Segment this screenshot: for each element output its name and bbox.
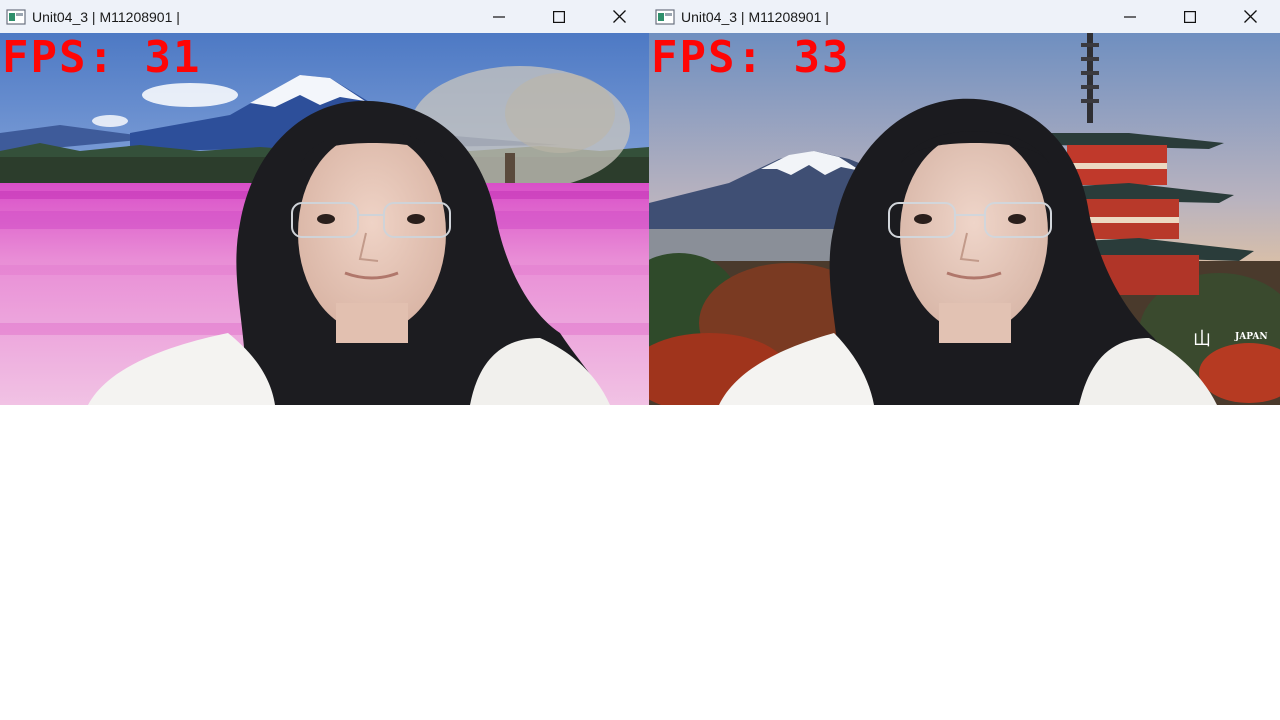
maximize-icon bbox=[1184, 10, 1196, 23]
video-frame: FPS: 33 山 JAPAN bbox=[649, 33, 1280, 405]
close-icon bbox=[612, 10, 626, 23]
minimize-button[interactable] bbox=[1100, 0, 1160, 33]
maximize-button[interactable] bbox=[1160, 0, 1220, 33]
close-icon bbox=[1243, 10, 1257, 23]
minimize-icon bbox=[1124, 15, 1136, 18]
maximize-button[interactable] bbox=[529, 0, 589, 33]
fps-counter: FPS: 33 bbox=[651, 33, 851, 83]
kanji-overlay: 山 bbox=[1193, 329, 1211, 350]
video-window-right[interactable]: Unit04_3 | M11208901 | FPS: 33 山 JAPAN bbox=[649, 0, 1280, 405]
app-icon bbox=[655, 8, 675, 25]
window-title: Unit04_3 | M11208901 | bbox=[32, 8, 180, 25]
window-title: Unit04_3 | M11208901 | bbox=[681, 8, 829, 25]
minimize-icon bbox=[493, 15, 505, 18]
maximize-icon bbox=[553, 10, 565, 23]
title-bar[interactable]: Unit04_3 | M11208901 | bbox=[0, 0, 649, 33]
background-scene-fuji-pagoda bbox=[649, 33, 1280, 405]
fps-counter: FPS: 31 bbox=[2, 33, 202, 83]
close-button[interactable] bbox=[1220, 0, 1280, 33]
minimize-button[interactable] bbox=[469, 0, 529, 33]
background-scene-fuji-flower-field bbox=[0, 33, 649, 405]
video-frame: FPS: 31 bbox=[0, 33, 649, 405]
video-window-left[interactable]: Unit04_3 | M11208901 | FPS: 31 bbox=[0, 0, 649, 405]
title-bar[interactable]: Unit04_3 | M11208901 | bbox=[649, 0, 1280, 33]
app-icon bbox=[6, 8, 26, 25]
close-button[interactable] bbox=[589, 0, 649, 33]
japan-caption: JAPAN bbox=[1235, 332, 1268, 342]
